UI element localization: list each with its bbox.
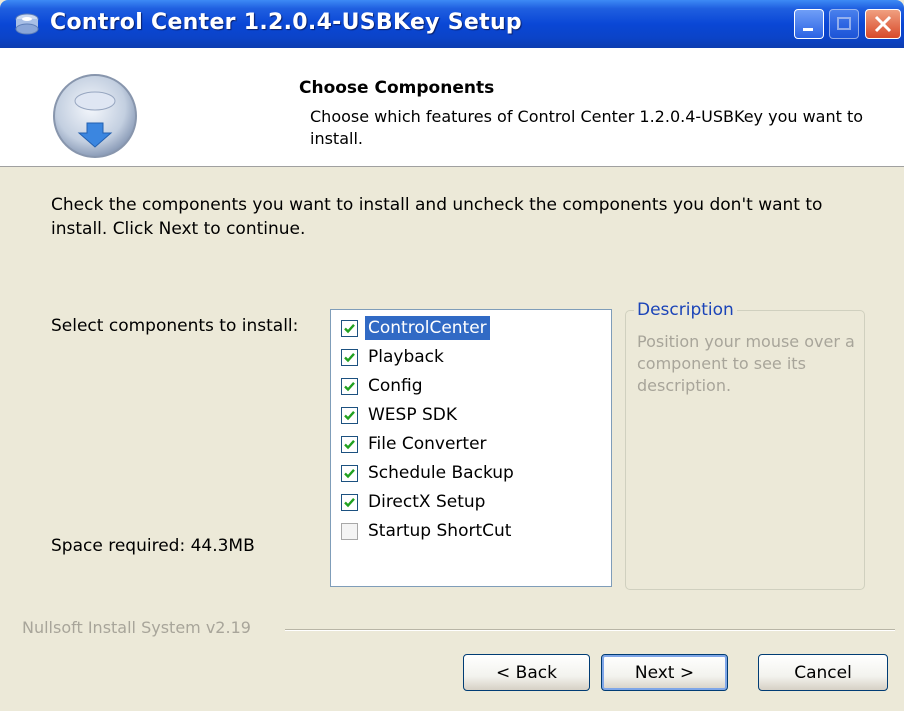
minimize-icon[interactable]	[794, 9, 824, 39]
checkbox-checked[interactable]	[341, 406, 358, 424]
checkbox-checked[interactable]	[341, 319, 358, 337]
select-components-label: Select components to install:	[51, 316, 299, 336]
component-label: ControlCenter	[365, 316, 490, 340]
installer-icon	[15, 13, 39, 35]
component-item[interactable]: Config	[341, 372, 426, 400]
instructions-text: Check the components you want to install…	[51, 195, 823, 239]
space-required-label: Space required: 44.3MB	[51, 536, 255, 556]
checkbox-unchecked[interactable]	[341, 522, 358, 540]
components-tree[interactable]: ControlCenter Playback Config WESP SDK File …	[330, 309, 612, 587]
checkbox-checked[interactable]	[341, 377, 358, 395]
footer-divider	[285, 629, 895, 631]
install-disc-icon	[53, 74, 137, 158]
component-item[interactable]: DirectX Setup	[341, 488, 488, 516]
component-label: Schedule Backup	[368, 463, 514, 483]
component-label: Config	[368, 376, 423, 396]
checkbox-checked[interactable]	[341, 348, 358, 366]
maximize-icon[interactable]	[829, 9, 859, 39]
next-button[interactable]: Next >	[601, 654, 728, 691]
close-icon[interactable]	[865, 9, 901, 39]
component-item[interactable]: WESP SDK	[341, 401, 460, 429]
component-label: Startup ShortCut	[368, 521, 512, 541]
component-item[interactable]: Playback	[341, 343, 447, 371]
component-item[interactable]: ControlCenter	[341, 314, 490, 342]
component-item[interactable]: Schedule Backup	[341, 459, 517, 487]
component-item[interactable]: File Converter	[341, 430, 490, 458]
checkbox-checked[interactable]	[341, 435, 358, 453]
back-button[interactable]: < Back	[463, 654, 590, 691]
window-title: Control Center 1.2.0.4-USBKey Setup	[50, 10, 522, 35]
component-label: Playback	[368, 347, 444, 367]
description-text: Position your mouse over a component to …	[637, 332, 855, 395]
nsis-branding: Nullsoft Install System v2.19	[22, 618, 251, 637]
page-title: Choose Components	[299, 78, 495, 98]
setup-window: Control Center 1.2.0.4-USBKey Setup Choo…	[0, 0, 904, 711]
title-bar[interactable]: Control Center 1.2.0.4-USBKey Setup	[0, 0, 904, 48]
page-subtitle: Choose which features of Control Center …	[310, 107, 864, 148]
checkbox-checked[interactable]	[341, 464, 358, 482]
component-label: File Converter	[368, 434, 487, 454]
component-label: WESP SDK	[368, 405, 458, 425]
component-label: DirectX Setup	[368, 492, 486, 512]
checkbox-checked[interactable]	[341, 493, 358, 511]
component-item[interactable]: Startup ShortCut	[341, 517, 514, 545]
cancel-button[interactable]: Cancel	[758, 654, 888, 691]
description-title: Description	[634, 300, 737, 320]
